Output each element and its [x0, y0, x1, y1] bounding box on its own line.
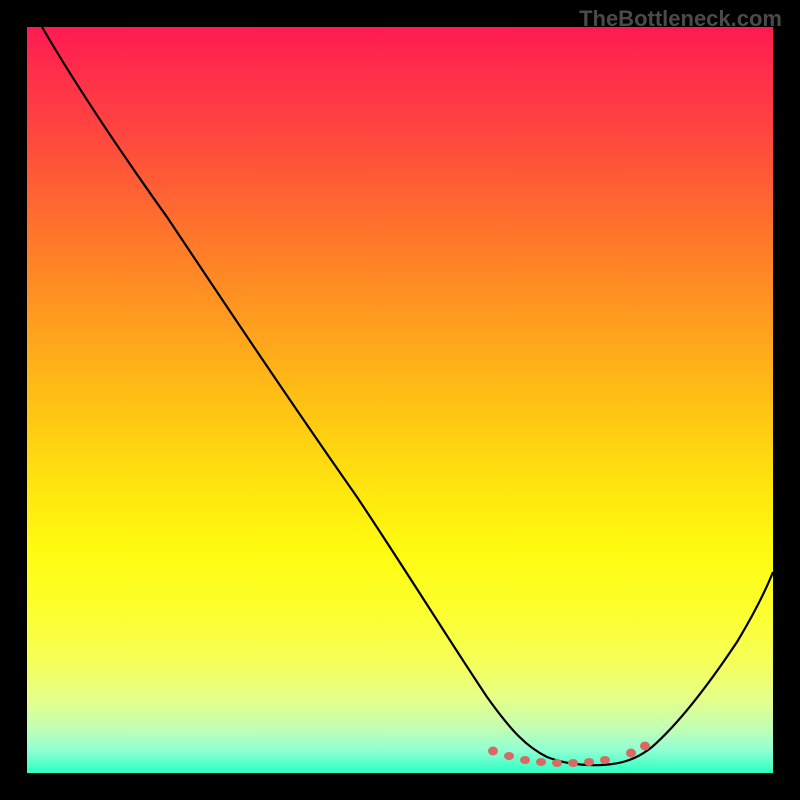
- plot-area: [27, 27, 773, 773]
- watermark-text: TheBottleneck.com: [579, 6, 782, 32]
- highlight-dots: [488, 742, 650, 768]
- bottleneck-curve: [42, 27, 773, 765]
- chart-svg: [27, 27, 773, 773]
